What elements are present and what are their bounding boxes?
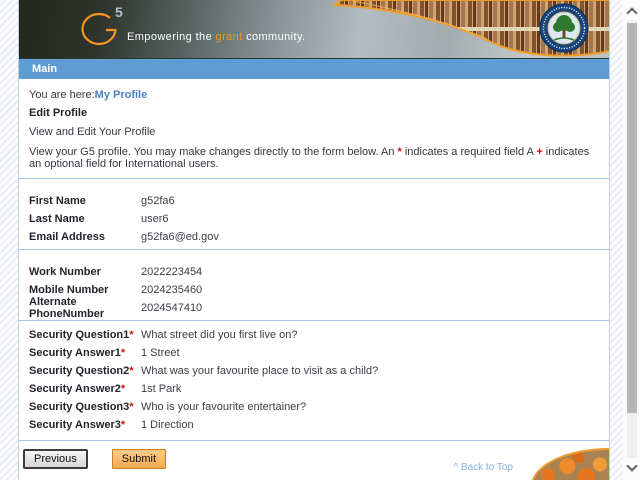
field-row-security-question2: Security Question2* What was your favour… bbox=[19, 362, 609, 380]
field-label: Work Number bbox=[29, 266, 101, 278]
field-label: First Name bbox=[29, 195, 86, 207]
required-symbol: * bbox=[129, 329, 134, 341]
chevron-down-icon[interactable] bbox=[626, 460, 638, 472]
field-value: What was your favourite place to visit a… bbox=[141, 365, 379, 377]
breadcrumb: You are here:My Profile bbox=[29, 89, 599, 101]
header-tagline: Empowering the grant community. bbox=[127, 31, 306, 43]
g5-logo-five: 5 bbox=[115, 4, 124, 20]
field-value: g52fa6 bbox=[141, 195, 175, 207]
field-label: Security Question3* bbox=[29, 401, 134, 413]
field-value: 2022223454 bbox=[141, 266, 203, 278]
breadcrumb-link-my-profile[interactable]: My Profile bbox=[95, 89, 148, 101]
field-label: Security Answer1* bbox=[29, 347, 126, 359]
required-symbol: * bbox=[129, 365, 134, 377]
required-symbol: * bbox=[129, 401, 134, 413]
field-row-last-name: Last Name user6 bbox=[19, 210, 609, 228]
field-label: Email Address bbox=[29, 231, 106, 243]
field-value: user6 bbox=[141, 213, 169, 225]
page-title: Edit Profile bbox=[29, 107, 88, 119]
header-banner: 5 Empowering the grant community. bbox=[19, 0, 609, 58]
field-row-security-question1: Security Question1* What street did you … bbox=[19, 326, 609, 344]
field-label: Last Name bbox=[29, 213, 85, 225]
instruction-text: View your G5 profile. You may make chang… bbox=[29, 146, 590, 170]
required-symbol: * bbox=[120, 383, 126, 395]
nav-bar: Main bbox=[19, 58, 609, 79]
field-value: 2024547410 bbox=[141, 302, 203, 314]
main-content-panel: 5 Empowering the grant community. Main Y… bbox=[18, 0, 610, 480]
field-label: Security Question2* bbox=[29, 365, 134, 377]
required-symbol: * bbox=[120, 347, 126, 359]
chevron-up-icon[interactable] bbox=[626, 7, 638, 19]
nav-title: Main bbox=[32, 63, 58, 75]
field-row-first-name: First Name g52fa6 bbox=[19, 192, 609, 210]
breadcrumb-prefix: You are here: bbox=[29, 89, 95, 101]
scrollbar-thumb[interactable] bbox=[627, 23, 637, 413]
field-row-security-answer2: Security Answer2* 1st Park bbox=[19, 380, 609, 398]
vertical-scrollbar[interactable] bbox=[623, 0, 640, 480]
field-label: Alternate PhoneNumber bbox=[29, 296, 105, 320]
field-row-security-answer1: Security Answer1* 1 Street bbox=[19, 344, 609, 362]
back-to-top-link[interactable]: ^ Back to Top bbox=[453, 462, 513, 473]
field-label: Security Answer2* bbox=[29, 383, 126, 395]
field-row-security-question3: Security Question3* Who is your favourit… bbox=[19, 398, 609, 416]
field-value: What street did you first live on? bbox=[141, 329, 298, 341]
field-label: Security Question1* bbox=[29, 329, 134, 341]
field-value: 1st Park bbox=[141, 383, 182, 395]
field-row-work-number: Work Number 2022223454 bbox=[19, 263, 609, 281]
classroom-chairs-decoration bbox=[531, 448, 609, 480]
field-value: Who is your favourite entertainer? bbox=[141, 401, 307, 413]
profile-phone-section: Work Number 2022223454 Mobile Number 202… bbox=[19, 249, 609, 320]
intro-block: You are here:My Profile Edit Profile Vie… bbox=[19, 79, 609, 178]
field-row-alternate-phone: Alternate PhoneNumber 2024547410 bbox=[19, 296, 609, 320]
department-of-education-seal bbox=[539, 3, 589, 53]
field-value: 1 Street bbox=[141, 347, 180, 359]
security-section: Security Question1* What street did you … bbox=[19, 320, 609, 440]
field-row-email: Email Address g52fa6@ed.gov bbox=[19, 228, 609, 246]
footer: ^ Back to Top bbox=[19, 424, 609, 480]
field-value: 2024235460 bbox=[141, 284, 203, 296]
field-label: Mobile Number bbox=[29, 284, 109, 296]
page-subtitle: View and Edit Your Profile bbox=[29, 126, 156, 138]
caret-up-icon: ^ bbox=[453, 462, 459, 473]
profile-name-section: First Name g52fa6 Last Name user6 Email … bbox=[19, 178, 609, 249]
header-art bbox=[81, 0, 609, 57]
field-value: g52fa6@ed.gov bbox=[141, 231, 219, 243]
